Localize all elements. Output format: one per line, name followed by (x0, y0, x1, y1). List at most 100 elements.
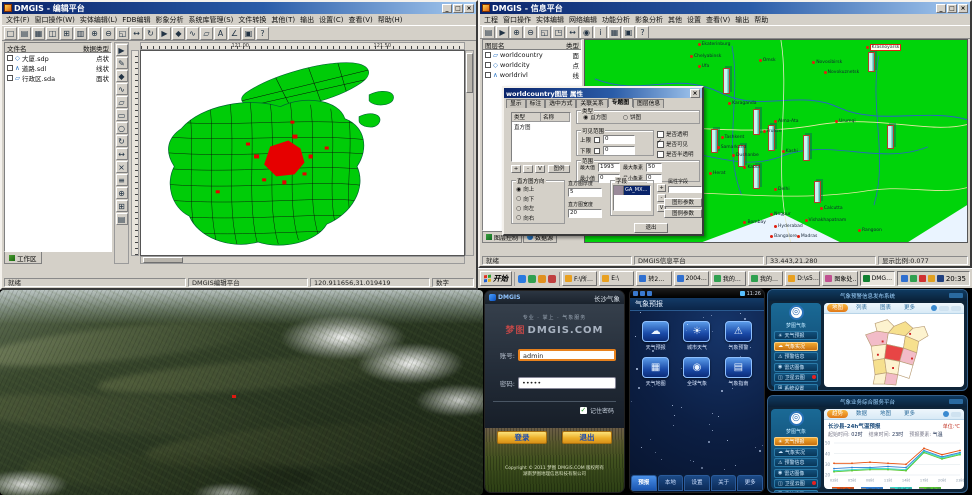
chart-type-radio[interactable]: 饼图 (623, 113, 641, 121)
horizontal-scrollbar[interactable] (140, 256, 465, 264)
legend-params-button[interactable]: 图例参数 (664, 209, 702, 218)
checkbox[interactable] (485, 72, 491, 78)
app-tab[interactable]: 数据 (851, 410, 872, 418)
help-icon[interactable]: ? (636, 26, 649, 39)
app-tab[interactable]: 地图 (827, 304, 848, 312)
option-checkbox[interactable]: 是否透明 (657, 130, 694, 138)
export-control[interactable] (951, 412, 961, 417)
menu-item[interactable]: 设置(C) (319, 15, 343, 25)
menu-item[interactable]: 其他(T) (271, 15, 295, 25)
menu-item[interactable]: 文件转换 (238, 15, 266, 25)
network-icon[interactable] (910, 275, 917, 282)
text-icon[interactable]: A (214, 27, 227, 40)
zoom-window-icon[interactable]: ◱ (538, 26, 551, 39)
exit-button[interactable]: 退出 (634, 223, 668, 233)
menu-item[interactable]: 输出 (735, 15, 749, 25)
checkbox[interactable] (7, 65, 13, 71)
upper-limit-checkbox[interactable] (594, 137, 600, 143)
list-edit-button[interactable]: V (535, 165, 545, 173)
menu-item[interactable]: 工程 (484, 15, 498, 25)
sidebar-menu-item[interactable]: ☁气象实况 (774, 342, 818, 351)
remember-password[interactable]: ✓ 记住密码 (495, 406, 614, 415)
save-icon[interactable]: ▦ (32, 27, 45, 40)
snap-icon[interactable]: ⊕ (116, 187, 128, 199)
zoom-out-icon[interactable]: ⊖ (102, 27, 115, 40)
sidebar-menu-item[interactable]: ☀天气预报 (774, 437, 818, 446)
move-icon[interactable]: ↔ (116, 148, 128, 160)
sidebar-menu-item[interactable]: ◫卫星云图 (774, 373, 818, 382)
map-canvas[interactable] (140, 50, 465, 256)
polyline-icon[interactable]: ∿ (186, 27, 199, 40)
select-arrow-icon[interactable]: ▶ (116, 44, 128, 56)
bottom-tab[interactable]: 预报 (631, 475, 657, 491)
zoom-out-icon[interactable]: ⊖ (524, 26, 537, 39)
menu-item[interactable]: 窗口操作(W) (35, 15, 75, 25)
menu-item[interactable]: 网络编辑 (569, 15, 597, 25)
zoom-window-icon[interactable]: ◱ (116, 27, 129, 40)
theme-list-row[interactable]: 直方图 (512, 122, 570, 132)
task-button[interactable]: 我的… (748, 271, 783, 286)
app-tab[interactable]: 图表 (875, 304, 896, 312)
worldcountry[interactable]: ▱ worldcountry 面 (483, 50, 581, 60)
option-checkbox[interactable]: 是否半透明 (657, 150, 694, 158)
open-project-icon[interactable]: ▤ (482, 26, 495, 39)
window-controls[interactable] (949, 399, 963, 404)
menu-item[interactable]: 功能分析 (602, 15, 630, 25)
bottom-tab[interactable]: 更多 (737, 475, 763, 491)
delete-icon[interactable]: × (116, 161, 128, 173)
point-icon[interactable]: ◆ (172, 27, 185, 40)
checkbox[interactable] (485, 52, 491, 58)
checkbox[interactable] (485, 62, 491, 68)
sidebar-menu-item[interactable]: ⊞系统设置 (774, 490, 818, 494)
grid-icon[interactable]: ⊞ (116, 200, 128, 212)
sidebar-menu-item[interactable]: ◉雷达图像 (774, 363, 818, 372)
menu-item[interactable]: 帮助 (754, 15, 768, 25)
menu-item[interactable]: FDB编辑 (122, 15, 150, 25)
task-button[interactable]: 2004… (674, 271, 709, 286)
pan-icon[interactable]: ↔ (566, 26, 579, 39)
province-map[interactable] (824, 314, 964, 386)
pointer-icon[interactable]: ▶ (496, 26, 509, 39)
ie-icon[interactable] (518, 275, 526, 283)
app-tab[interactable]: 更多 (899, 410, 920, 418)
menu-item[interactable]: 文件(F) (6, 15, 30, 25)
direction-radio[interactable]: 向上 (516, 185, 560, 193)
sidebar-menu-item[interactable]: ◉雷达图像 (774, 469, 818, 478)
道路.sdl[interactable]: ∧ 道路.sdl 线状 (5, 63, 111, 73)
polygon-icon[interactable]: ▱ (200, 27, 213, 40)
task-button[interactable]: F:\所… (562, 271, 597, 286)
task-button[interactable]: 我的… (711, 271, 746, 286)
new-file-icon[interactable]: □ (4, 27, 17, 40)
task-button[interactable]: D:\s5… (785, 271, 820, 286)
sidebar-menu-item[interactable]: ⊞系统设置 (774, 384, 818, 392)
menu-item[interactable]: 其他 (668, 15, 682, 25)
terrain-3d-view[interactable] (0, 290, 483, 495)
zoom-full-icon[interactable]: ◳ (552, 26, 565, 39)
field-edit-button[interactable]: + (657, 184, 666, 192)
menu-item[interactable]: 帮助(H) (378, 15, 403, 25)
dialog-tab[interactable]: 标注 (526, 99, 546, 108)
task-button[interactable]: E:\ (599, 271, 634, 286)
form-field[interactable]: 结束时间: 23时 (869, 431, 904, 438)
globe-icon[interactable]: ◉ (580, 26, 593, 39)
thickness-field[interactable]: 5 (568, 188, 602, 197)
dialog-titlebar[interactable]: worldcountry图层 属性 × (504, 88, 702, 98)
info-icon[interactable]: i (594, 26, 607, 39)
graphic-params-button[interactable]: 图形参数 (664, 198, 702, 207)
menu-item[interactable]: 实体编辑 (536, 15, 564, 25)
sidebar-menu-item[interactable]: ◫卫星云图 (774, 479, 818, 488)
bottom-tab[interactable]: 本地 (658, 475, 684, 491)
app-tab[interactable]: 更多 (899, 304, 920, 312)
dialog-close-button[interactable]: × (690, 89, 700, 98)
rect-icon[interactable]: ▭ (116, 109, 128, 121)
circle-icon[interactable]: ○ (116, 122, 128, 134)
sidebar-menu-item[interactable]: ☁气象实况 (774, 448, 818, 457)
sidebar-menu-item[interactable]: ⚠预警信息 (774, 458, 818, 467)
zoom-in-icon[interactable]: ⊕ (88, 27, 101, 40)
direction-radio[interactable]: 向下 (516, 195, 560, 203)
chart-icon[interactable]: ▦ (608, 26, 621, 39)
refresh-icon[interactable] (943, 411, 949, 417)
theme-type-list[interactable]: 类型名称 直方图 (511, 112, 571, 162)
refresh-icon[interactable]: ↻ (144, 27, 157, 40)
menu-item[interactable]: 影象分析 (155, 15, 183, 25)
